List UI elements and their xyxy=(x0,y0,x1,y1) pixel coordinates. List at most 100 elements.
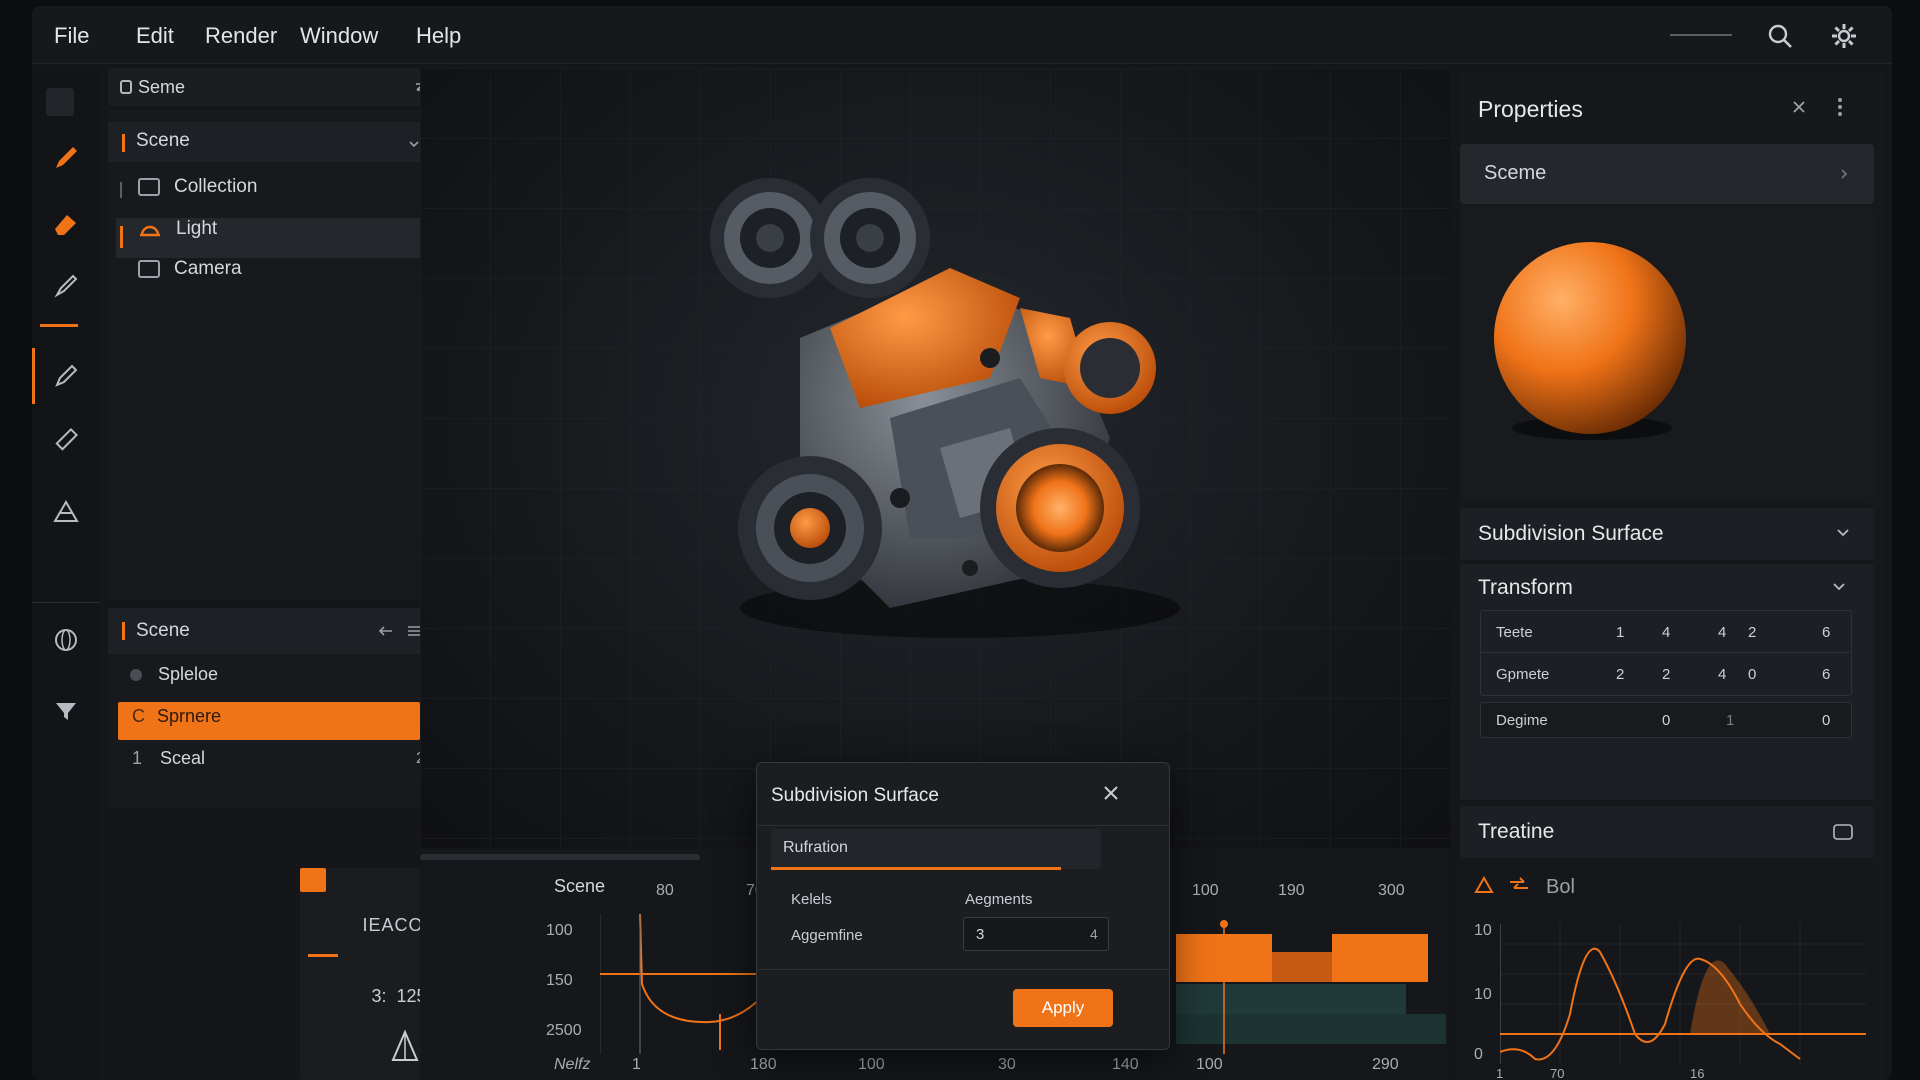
menu-render[interactable]: Render xyxy=(205,23,277,49)
timeline-section-header[interactable]: Treatine xyxy=(1460,806,1874,858)
scene-selector-icon xyxy=(120,80,132,94)
scene-selector[interactable]: Seme xyxy=(120,75,320,99)
modifier-label: Subdivision Surface xyxy=(1478,522,1664,545)
transform-value[interactable]: 4 xyxy=(1718,666,1726,683)
gear-icon[interactable] xyxy=(1828,20,1860,52)
close-icon[interactable] xyxy=(1790,98,1808,116)
outliner-item-label: Light xyxy=(176,218,218,239)
chevron-down-icon[interactable] xyxy=(1832,582,1846,592)
more-icon[interactable] xyxy=(1836,96,1844,118)
warning-icon[interactable] xyxy=(1474,876,1494,894)
collection-icon xyxy=(138,178,160,196)
transform-row-name: Teete xyxy=(1496,624,1533,641)
transform-value[interactable]: 4 xyxy=(1662,624,1670,641)
compass-icon[interactable] xyxy=(388,1028,422,1064)
scene-panel-accent xyxy=(122,622,125,640)
menu-edit[interactable]: Edit xyxy=(136,23,174,49)
timeline-row-label: 150 xyxy=(546,972,573,989)
transform-value[interactable]: 0 xyxy=(1822,712,1830,729)
close-icon[interactable] xyxy=(1101,783,1121,803)
dialog-tab[interactable]: Rufration xyxy=(771,829,1101,869)
timeline-label: Scene xyxy=(554,876,606,896)
active-tool-indicator xyxy=(40,324,78,327)
tool-strip xyxy=(32,72,100,1080)
transform-value[interactable]: 6 xyxy=(1822,624,1830,641)
3d-viewport[interactable] xyxy=(420,68,1450,848)
small-panel-tab[interactable] xyxy=(300,868,326,892)
timeline-bottom-tick: 1 xyxy=(632,1056,641,1073)
camera-icon xyxy=(138,260,160,278)
divider xyxy=(32,602,100,603)
apply-button[interactable]: Apply xyxy=(1013,989,1113,1027)
dialog-col-b: Aegments xyxy=(965,891,1033,908)
timeline-bottom-tick: 100 xyxy=(1196,1056,1223,1073)
robot-model[interactable] xyxy=(690,138,1210,658)
app-window: File Edit Render Window Help Seme Scene … xyxy=(32,6,1892,1080)
scene-item-label: Sprnere xyxy=(157,706,222,726)
transform-value[interactable]: 0 xyxy=(1748,666,1756,683)
segments-value: 3 xyxy=(976,926,985,943)
transform-value[interactable]: 6 xyxy=(1822,666,1830,683)
window-icon[interactable] xyxy=(1832,822,1854,842)
divider xyxy=(1480,652,1852,653)
pen-tool-icon[interactable] xyxy=(44,354,88,398)
graph-x-tick: 16 xyxy=(1690,1066,1705,1080)
timeline-row-label: 100 xyxy=(546,922,573,939)
outliner-item-camera[interactable]: Camera xyxy=(138,258,242,280)
material-preview xyxy=(1460,208,1874,498)
graph-axis-tick: 10 xyxy=(1474,986,1492,1003)
menu-help[interactable]: Help xyxy=(416,23,461,49)
timeline-section-label: Treatine xyxy=(1478,820,1555,843)
tool-toggle[interactable] xyxy=(46,88,74,116)
scene-field[interactable]: Sceme xyxy=(1460,144,1874,204)
transform-value[interactable]: 1 xyxy=(1726,712,1734,729)
properties-panel: Properties Sceme Subdivision Surface Tra… xyxy=(1460,72,1884,1080)
eraser-tool-icon[interactable] xyxy=(44,202,88,246)
brush-tool-icon[interactable] xyxy=(44,264,88,308)
divider-line xyxy=(1670,34,1732,36)
chevron-down-icon[interactable] xyxy=(408,140,420,148)
outliner-item-light[interactable]: Light xyxy=(138,218,217,240)
menu-window[interactable]: Window xyxy=(300,23,378,49)
chevron-down-icon[interactable] xyxy=(1836,528,1850,538)
graph-x-tick: 1 xyxy=(1496,1066,1504,1080)
outliner-panel: Scene Collection Light Camera xyxy=(108,110,444,600)
ruler-tool-icon[interactable] xyxy=(44,418,88,462)
outliner-title: Scene xyxy=(136,130,190,152)
transform-value[interactable]: 4 xyxy=(1718,624,1726,641)
modifier-header[interactable]: Subdivision Surface xyxy=(1460,508,1874,560)
dot-icon xyxy=(130,668,142,681)
timeline-tick: 190 xyxy=(1278,882,1305,899)
outliner-item-collection[interactable]: Collection xyxy=(138,176,257,198)
graph-plot[interactable] xyxy=(1500,924,1866,1064)
menu-file[interactable]: File xyxy=(54,23,89,49)
graph-section: Bol 10 10 0 1 70 16 xyxy=(1460,864,1874,1080)
scene-item-sprnere[interactable]: C Sprnere xyxy=(132,706,221,727)
chevron-right-icon[interactable] xyxy=(1840,168,1848,180)
material-sphere[interactable] xyxy=(1480,228,1700,448)
segments-input[interactable]: 3 4 xyxy=(963,917,1109,951)
pencil-tool-icon[interactable] xyxy=(44,136,88,180)
scene-panel-title: Scene xyxy=(136,620,190,642)
graph-axis-tick: 10 xyxy=(1474,922,1492,939)
outliner-title-text: Scene xyxy=(136,130,190,151)
transform-value[interactable]: 2 xyxy=(1616,666,1624,683)
globe-icon[interactable] xyxy=(44,618,88,662)
timeline-scroll[interactable] xyxy=(420,854,700,860)
collapse-icon[interactable] xyxy=(378,624,394,638)
timeline-row-label: 2500 xyxy=(546,1022,582,1039)
transform-value[interactable]: 2 xyxy=(1662,666,1670,683)
menu-bar: File Edit Render Window Help xyxy=(32,6,1892,64)
funnel-icon[interactable] xyxy=(44,688,88,732)
transform-value[interactable]: 1 xyxy=(1616,624,1624,641)
swap-icon[interactable] xyxy=(1508,876,1530,894)
transform-value[interactable]: 0 xyxy=(1662,712,1670,729)
timeline-bottom-tick: 30 xyxy=(998,1056,1016,1073)
dialog-tab-indicator xyxy=(771,867,1061,870)
transform-value[interactable]: 2 xyxy=(1748,624,1756,641)
triangle-tool-icon[interactable] xyxy=(44,490,88,534)
scene-item-spleloe[interactable]: Spleloe xyxy=(130,664,218,685)
search-icon[interactable] xyxy=(1764,20,1796,52)
scene-item-sceal[interactable]: 1 Sceal xyxy=(132,748,205,769)
timeline-bottom-tick: 140 xyxy=(1112,1056,1139,1073)
